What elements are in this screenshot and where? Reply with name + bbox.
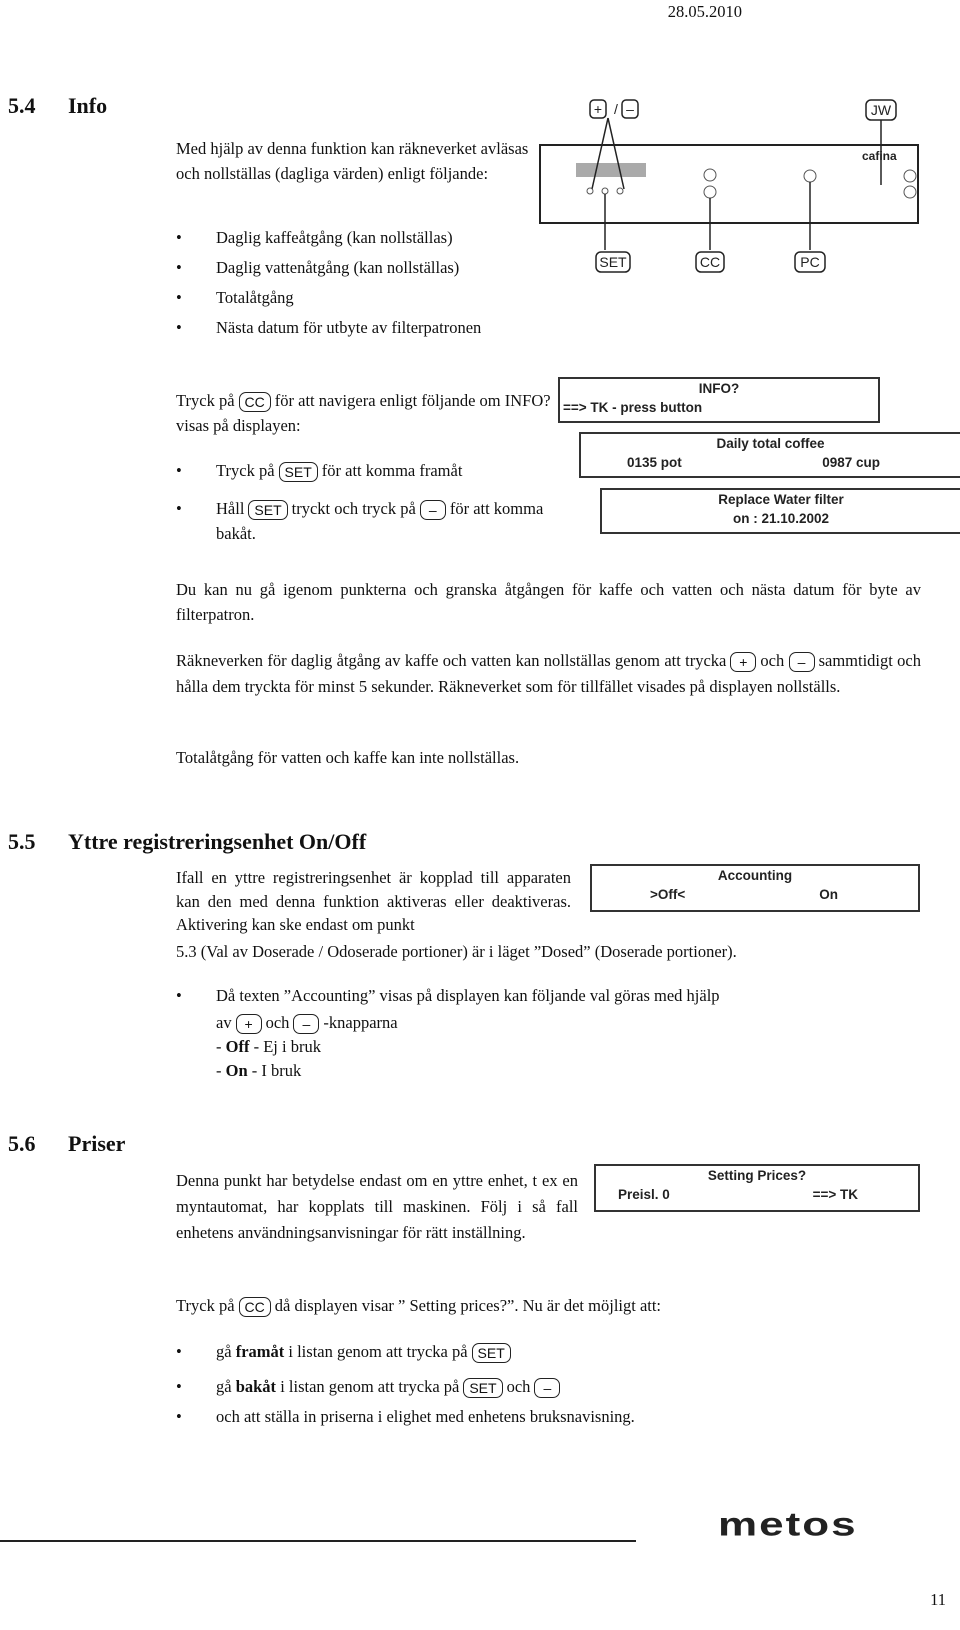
set-key-icon: SET [471, 1343, 511, 1364]
paragraph: Räkneverken för daglig åtgång av kaffe o… [176, 651, 922, 696]
svg-text:+: + [594, 101, 602, 117]
option-off: - Off - Ej i bruk [216, 1037, 321, 1056]
bullet-item: • och att ställa in priserna i elighet me… [176, 1407, 635, 1426]
press-cc-text: Tryck på CC då displayen visar ” Setting p… [176, 1296, 662, 1318]
display-water-filter: Replace Water filter on : 21.10.2002 [600, 488, 960, 534]
minus-key-icon: – [534, 1378, 561, 1399]
bullet-item: • gå bakåt i listan genom att trycka på SE… [176, 1374, 561, 1399]
bullet-item: • Håll SET tryckt och tryck på – för att komm… [176, 499, 544, 543]
paragraph: Ifall en yttre registreringsenhet är kop… [176, 868, 571, 934]
svg-text:CC: CC [700, 254, 720, 270]
cc-key-icon: CC [238, 392, 271, 413]
bullet-item: • gå framåt i listan genom att trycka på S… [176, 1339, 511, 1364]
svg-text:SET: SET [599, 254, 627, 270]
press-cc-text: Tryck på CC för att navigera enligt följan… [176, 391, 551, 435]
section-title: Priser [68, 1131, 126, 1156]
paragraph: 5.3 (Val av Doserade / Odoserade portion… [176, 942, 737, 961]
minus-key-icon: – [788, 652, 815, 673]
bullet-item: • Daglig kaffeåtgång (kan nollställas) [176, 228, 453, 247]
section-number: 5.6 [8, 1131, 36, 1156]
bullet-item: • Daglig vattenåtgång (kan nollställas) [176, 258, 460, 277]
svg-text:JW: JW [871, 102, 892, 118]
plus-key-icon: + [235, 1014, 262, 1035]
section-number: 5.4 [8, 93, 36, 118]
svg-text:PC: PC [800, 254, 819, 270]
metos-logo: metos [718, 1506, 858, 1543]
paragraph: Du kan nu gå igenom punkterna och gransk… [176, 580, 921, 624]
header-date: 28.05.2010 [667, 2, 742, 21]
display-accounting: Accounting >Off< On [590, 864, 920, 912]
page-number: 11 [930, 1590, 946, 1609]
option-on: - On - I bruk [216, 1061, 302, 1080]
control-panel-diagram: + / – SET CC PC cafina JW [539, 99, 919, 273]
section-title: Yttre registreringsenhet On/Off [68, 829, 367, 854]
paragraph: Denna punkt har betydelse endast om en y… [176, 1171, 578, 1242]
bullet-item: • Nästa datum för utbyte av filterpatrone… [176, 318, 482, 337]
plus-key-icon: + [730, 652, 757, 673]
intro-text: Med hjälp av denna funktion kan räknever… [176, 139, 529, 183]
cc-key-icon: CC [238, 1297, 271, 1318]
svg-text:/: / [614, 101, 618, 117]
display-info: INFO? ==> TK - press button [558, 377, 880, 423]
minus-key-icon: – [419, 500, 446, 521]
set-key-icon: SET [278, 462, 318, 483]
display-daily-total: Daily total coffee 0135 pot 0987 cup [579, 432, 960, 478]
svg-text:–: – [626, 101, 634, 117]
minus-key-icon: – [293, 1014, 320, 1035]
bullet-item: • Totalåtgång [176, 288, 294, 307]
set-key-icon: SET [463, 1378, 503, 1399]
display-setting-prices: Setting Prices? Preisl. 0 ==> TK [594, 1164, 920, 1212]
paragraph: Totalåtgång för vatten och kaffe kan int… [176, 748, 520, 767]
svg-text:cafina: cafina [862, 149, 897, 163]
bullet-item: • Då texten ”Accounting” visas på display… [176, 986, 720, 1005]
bullet-item: • Tryck på SET för att komma framåt [176, 461, 463, 483]
footer-rule [0, 1540, 636, 1542]
set-key-icon: SET [248, 500, 288, 521]
section-title: Info [68, 93, 108, 118]
section-number: 5.5 [8, 829, 36, 854]
